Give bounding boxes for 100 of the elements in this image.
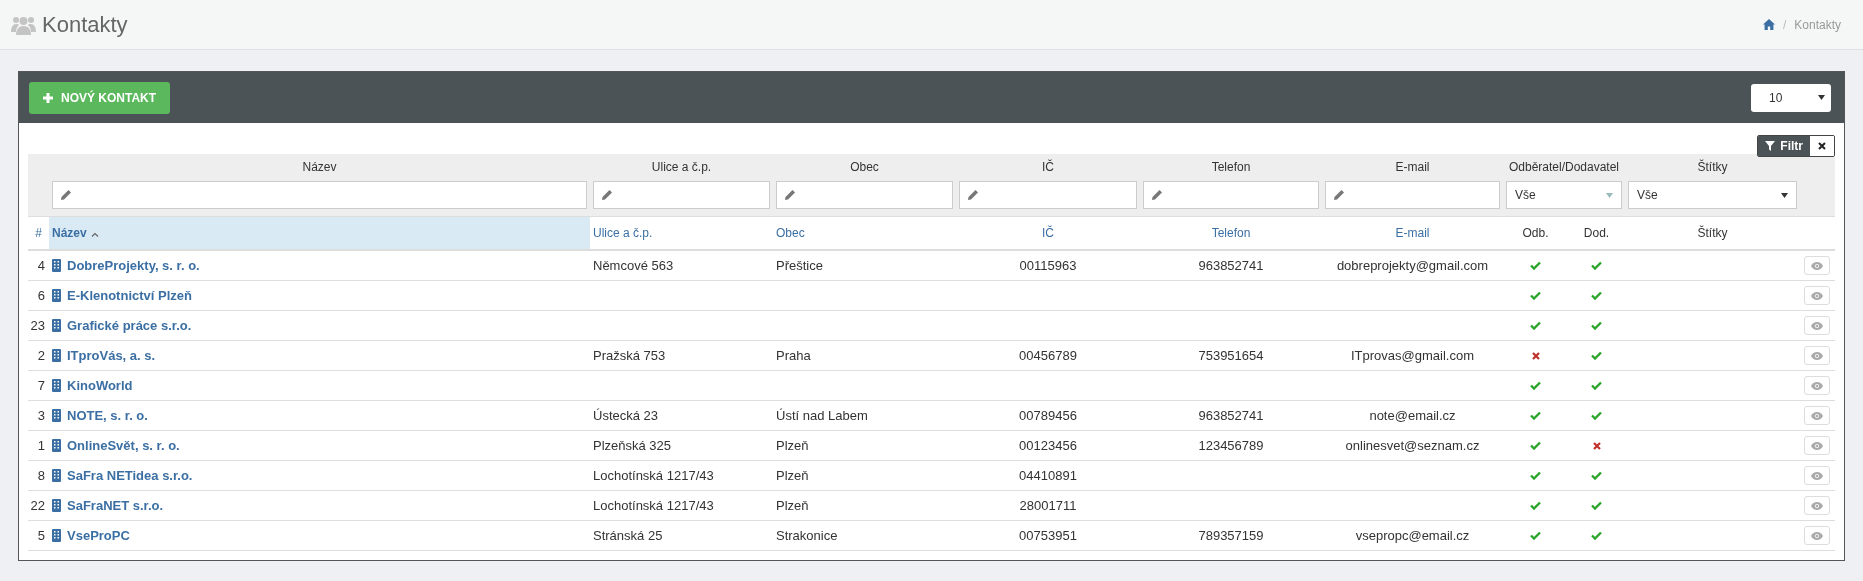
contact-name-link[interactable]: DobreProjekty, s. r. o. (49, 251, 590, 280)
view-button[interactable] (1804, 376, 1830, 395)
table-cell-text: dobreprojekty@gmail.com (1335, 257, 1490, 275)
filter-field[interactable] (1143, 181, 1319, 209)
table-cell-text: 00753951 (1018, 527, 1078, 545)
column-header[interactable]: Ulice a č.p. (590, 217, 773, 249)
table-cell-text: Ústí nad Labem (775, 407, 869, 425)
building-icon (52, 289, 61, 302)
filter-select[interactable]: Vše (1628, 181, 1797, 209)
filter-field[interactable] (776, 181, 953, 209)
eye-icon (1811, 471, 1823, 480)
table-cell-text: 3 (36, 407, 46, 425)
table-cell-text: 28001711 (1018, 497, 1078, 515)
table-cell-text: 7 (36, 377, 46, 395)
filter-button[interactable]: Filtr (1758, 136, 1810, 156)
home-icon[interactable] (1762, 19, 1775, 30)
contact-name-link[interactable]: VseProPC (49, 521, 590, 550)
table-cell-text: Stránská 25 (592, 527, 664, 545)
view-button[interactable] (1804, 286, 1830, 305)
column-header[interactable]: Obec (773, 217, 956, 249)
breadcrumb-current: Kontakty (1794, 17, 1841, 32)
column-header: Dod. (1582, 225, 1611, 242)
table-cell-text: Praha (775, 347, 812, 365)
eye-icon (1811, 501, 1823, 510)
table-cell-text: Lochotínská 1217/43 (592, 497, 715, 515)
table-cell-text: 6 (36, 287, 46, 305)
column-header: Odb. (1521, 225, 1550, 242)
column-header[interactable]: # (28, 217, 49, 249)
contact-name-link[interactable]: E-Klenotnictví Plzeň (49, 281, 590, 310)
building-icon (52, 439, 61, 452)
building-icon (52, 409, 61, 422)
eye-icon (1811, 531, 1823, 540)
page-title: Kontakty (42, 11, 128, 38)
building-icon (52, 259, 61, 272)
pencil-icon (1152, 190, 1162, 200)
pencil-icon (1334, 190, 1344, 200)
table-cell-text: Plzeň (775, 437, 810, 455)
filter-label: Štítky (1696, 159, 1729, 176)
table-cell-text: 753951654 (1197, 347, 1265, 365)
view-button[interactable] (1804, 466, 1830, 485)
table-cell-text: 00456789 (1018, 347, 1078, 365)
filter-field[interactable] (52, 181, 587, 209)
contact-name-link[interactable]: Grafické práce s.r.o. (49, 311, 590, 340)
view-button[interactable] (1804, 316, 1830, 335)
table-cell-text: 00115963 (1018, 257, 1078, 275)
page-size-select[interactable]: 10 (1751, 83, 1831, 112)
view-button[interactable] (1804, 496, 1830, 515)
table-cell-text: Plzeň (775, 497, 810, 515)
column-header[interactable]: E-mail (1322, 217, 1503, 249)
eye-icon (1811, 441, 1823, 450)
table-cell-text: 789357159 (1197, 527, 1265, 545)
building-icon (52, 499, 61, 512)
view-button[interactable] (1804, 346, 1830, 365)
clear-filter-button[interactable] (1810, 136, 1834, 156)
filter-field[interactable] (959, 181, 1137, 209)
table-cell-text: 123456789 (1197, 437, 1265, 455)
building-icon (52, 529, 61, 542)
contact-name-link[interactable]: SaFraNET s.r.o. (49, 491, 590, 520)
building-icon (52, 379, 61, 392)
column-header[interactable]: Telefon (1140, 217, 1322, 249)
eye-icon (1811, 291, 1823, 300)
contact-name-link[interactable]: OnlineSvět, s. r. o. (49, 431, 590, 460)
table-cell-text: 5 (36, 527, 46, 545)
contact-name-link[interactable]: SaFra NETidea s.r.o. (49, 461, 590, 490)
building-icon (52, 469, 61, 482)
view-button[interactable] (1804, 526, 1830, 545)
column-header[interactable]: IČ (956, 217, 1140, 249)
table-cell-text: Němcové 563 (592, 257, 675, 275)
view-button[interactable] (1804, 436, 1830, 455)
table-cell-text: Lochotínská 1217/43 (592, 467, 715, 485)
pencil-icon (61, 190, 71, 200)
view-button[interactable] (1804, 406, 1830, 425)
contact-name-link[interactable]: KinoWorld (49, 371, 590, 400)
building-icon (52, 349, 61, 362)
table-cell-text: 04410891 (1018, 467, 1078, 485)
table-cell-text: 00123456 (1018, 437, 1078, 455)
users-icon (11, 14, 36, 35)
table-cell-text: note@email.cz (1368, 407, 1457, 425)
pencil-icon (602, 190, 612, 200)
table-cell-text: 1 (36, 437, 46, 455)
building-icon (52, 319, 61, 332)
table-cell-text: 00789456 (1018, 407, 1078, 425)
table-cell-text: 2 (36, 347, 46, 365)
table-cell-text: Pražská 753 (592, 347, 667, 365)
filter-label: Odběratel/Dodavatel (1507, 159, 1621, 176)
contact-name-link[interactable]: NOTE, s. r. o. (49, 401, 590, 430)
table-cell-text: Plzeň (775, 467, 810, 485)
table-cell-text: 963852741 (1197, 407, 1265, 425)
table-cell-text: ITprovas@gmail.com (1350, 347, 1475, 365)
filter-field[interactable] (593, 181, 770, 209)
column-header[interactable]: Název (49, 217, 590, 249)
contact-name-link[interactable]: ITproVás, a. s. (49, 341, 590, 370)
close-icon (1818, 142, 1826, 150)
table-cell-text: 4 (36, 257, 46, 275)
table-cell-text: 22 (29, 497, 46, 515)
table-cell-text: 8 (36, 467, 46, 485)
filter-field[interactable] (1325, 181, 1500, 209)
filter-label: E-mail (1394, 159, 1431, 176)
view-button[interactable] (1804, 256, 1830, 275)
eye-icon (1811, 321, 1823, 330)
